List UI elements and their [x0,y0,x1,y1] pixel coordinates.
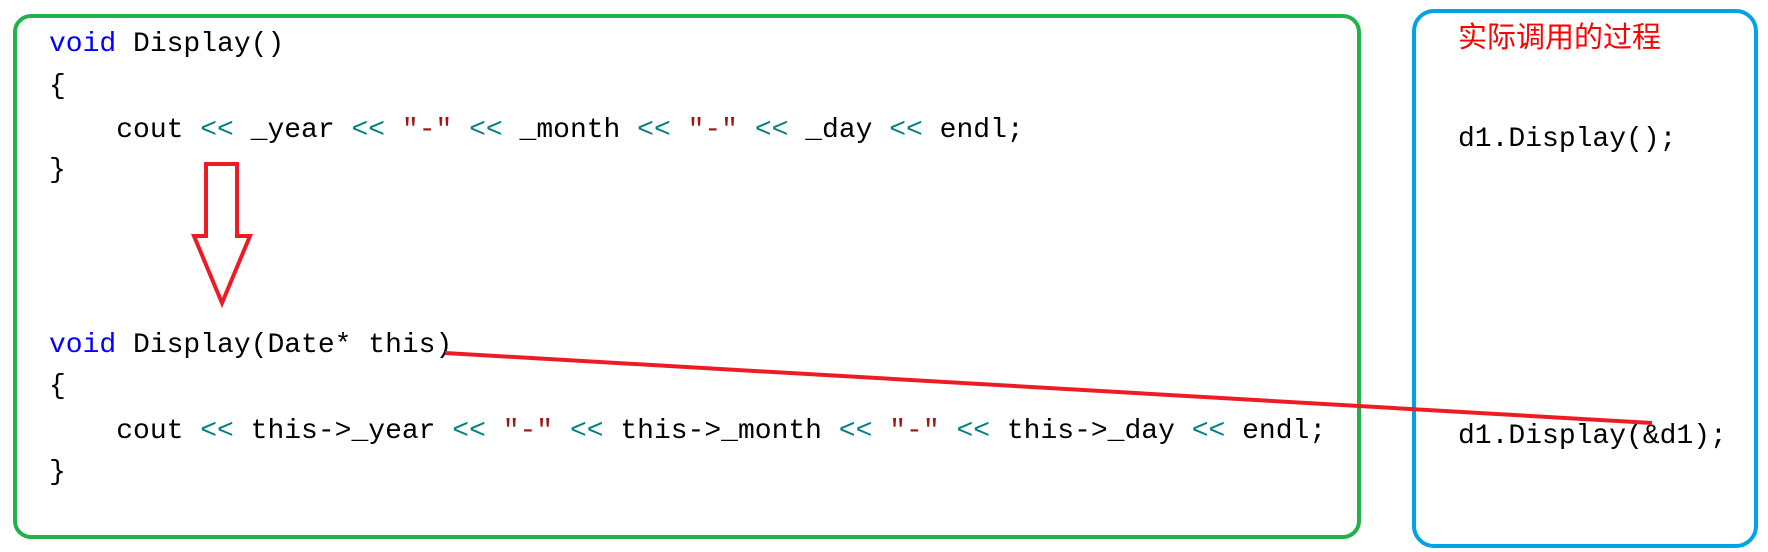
annotations [190,162,1653,425]
down-arrow-icon [190,162,254,309]
connector-line [444,351,1653,425]
